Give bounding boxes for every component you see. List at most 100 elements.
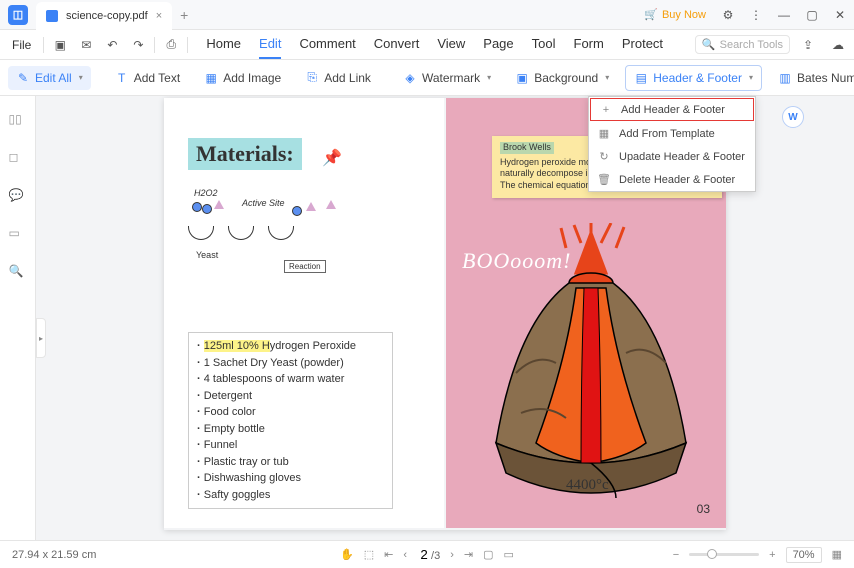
zoom-slider[interactable] [689, 553, 759, 556]
list-item: Dishwashing gloves [197, 470, 384, 487]
zoom-thumb[interactable] [707, 549, 717, 559]
redo-icon[interactable]: ↷ [126, 33, 150, 57]
yeast-cup [188, 226, 214, 240]
add-text-button[interactable]: T Add Text [107, 66, 188, 90]
header-footer-dropdown: + Add Header & Footer ▦ Add From Templat… [588, 96, 756, 192]
background-label: Background [534, 71, 598, 85]
tab-home[interactable]: Home [206, 30, 241, 59]
tab-convert[interactable]: Convert [374, 30, 420, 59]
header-footer-label: Header & Footer [653, 71, 742, 85]
left-sidebar: ▯▯ ◻ 💬 ▭ 🔍 [0, 96, 36, 540]
label-h2o2: H2O2 [194, 188, 218, 198]
add-header-footer-item[interactable]: + Add Header & Footer [590, 98, 754, 121]
document-tab[interactable]: science-copy.pdf × [36, 2, 172, 30]
view-mode-icon[interactable]: ▦ [832, 548, 842, 561]
add-image-button[interactable]: ▦ Add Image [196, 66, 289, 90]
label-yeast: Yeast [196, 250, 218, 260]
dot [192, 202, 202, 212]
close-tab-icon[interactable]: × [156, 10, 162, 22]
note-author: Brook Wells [500, 142, 554, 154]
add-text-label: Add Text [134, 71, 180, 85]
search-panel-icon[interactable]: 🔍 [9, 264, 27, 282]
app-icon: ◫ [8, 5, 28, 25]
volcano-illustration [466, 223, 716, 503]
background-button[interactable]: ▣ Background ▾ [507, 66, 617, 90]
tab-comment[interactable]: Comment [299, 30, 355, 59]
watermark-button[interactable]: ◈ Watermark ▾ [395, 66, 499, 90]
tab-page[interactable]: Page [483, 30, 513, 59]
last-page-icon[interactable]: ⇥ [464, 548, 473, 561]
mail-icon[interactable]: ✉ [74, 33, 98, 57]
tab-edit[interactable]: Edit [259, 30, 281, 59]
comment-panel-icon[interactable]: 💬 [9, 188, 27, 206]
list-item: 4 tablespoons of warm water [197, 371, 384, 388]
bates-number-button[interactable]: ▥ Bates Number ▾ [770, 66, 854, 90]
molecule-diagram: H2O2 Active Site Yeast Reaction [188, 188, 358, 283]
next-page-icon[interactable]: › [450, 549, 454, 561]
select-tool-icon[interactable]: ⬚ [364, 548, 374, 561]
materials-list: 125ml 10% Hydrogen Peroxide 1 Sachet Dry… [188, 332, 393, 509]
list-item: Safty goggles [197, 487, 384, 504]
trash-icon: 🗑 [597, 173, 611, 187]
list-item: Food color [197, 404, 384, 421]
zoom-out-icon[interactable]: − [673, 549, 679, 561]
list-text: ydrogen Peroxide [270, 340, 356, 352]
menu-button[interactable]: ⋮ [742, 0, 770, 30]
new-tab-button[interactable]: + [180, 7, 188, 23]
menu-item-label: Upadate Header & Footer [619, 151, 745, 163]
page-input[interactable] [417, 547, 431, 562]
add-link-button[interactable]: ⎘ Add Link [297, 66, 379, 90]
edit-all-label: Edit All [35, 71, 72, 85]
tab-title: science-copy.pdf [66, 10, 148, 22]
cloud-icon[interactable]: ☁ [826, 33, 850, 57]
bookmark-icon[interactable]: ◻ [9, 150, 27, 168]
hand-tool-icon[interactable]: ✋ [340, 548, 354, 561]
close-window-button[interactable]: ✕ [826, 0, 854, 30]
save-icon[interactable]: ▣ [48, 33, 72, 57]
tab-favicon [46, 10, 58, 22]
watermark-icon: ◈ [403, 71, 417, 85]
dot [202, 204, 212, 214]
tab-tool[interactable]: Tool [532, 30, 556, 59]
thumbnails-icon[interactable]: ▯▯ [9, 112, 27, 130]
update-header-footer-item[interactable]: ↻ Upadate Header & Footer [589, 145, 755, 168]
tab-protect[interactable]: Protect [622, 30, 663, 59]
add-link-label: Add Link [324, 71, 371, 85]
add-from-template-item[interactable]: ▦ Add From Template [589, 122, 755, 145]
page-number: 03 [697, 502, 710, 516]
search-icon: 🔍 [702, 38, 716, 51]
file-menu[interactable]: File [4, 38, 39, 52]
buy-now-link[interactable]: 🛒 Buy Now [644, 8, 706, 21]
settings-button[interactable]: ⚙ [714, 0, 742, 30]
menu-item-label: Add Header & Footer [621, 104, 725, 116]
link-icon: ⎘ [305, 71, 319, 85]
header-footer-icon: ▤ [634, 71, 648, 85]
background-icon: ▣ [515, 71, 529, 85]
tab-view[interactable]: View [437, 30, 465, 59]
tab-form[interactable]: Form [574, 30, 604, 59]
minimize-button[interactable]: — [770, 0, 798, 30]
watermark-label: Watermark [422, 71, 480, 85]
yeast-cup [228, 226, 254, 240]
zoom-value[interactable]: 70% [786, 547, 822, 563]
maximize-button[interactable]: ▢ [798, 0, 826, 30]
attachment-icon[interactable]: ▭ [9, 226, 27, 244]
header-footer-button[interactable]: ▤ Header & Footer ▾ [625, 65, 762, 91]
word-export-badge[interactable]: W [782, 106, 804, 128]
fit-width-icon[interactable]: ▭ [504, 548, 514, 561]
delete-header-footer-item[interactable]: 🗑 Delete Header & Footer [589, 168, 755, 191]
fit-page-icon[interactable]: ▢ [483, 548, 493, 561]
search-tools-input[interactable]: 🔍 Search Tools [695, 35, 790, 54]
share-icon[interactable]: ⇪ [796, 33, 820, 57]
pin-icon: 📌 [322, 148, 342, 168]
first-page-icon[interactable]: ⇤ [384, 548, 393, 561]
undo-icon[interactable]: ↶ [100, 33, 124, 57]
prev-page-icon[interactable]: ‹ [403, 549, 407, 561]
zoom-in-icon[interactable]: + [769, 549, 775, 561]
edit-all-button[interactable]: ✎ Edit All ▾ [8, 66, 91, 90]
print-icon[interactable]: ⎙ [159, 33, 183, 57]
status-dimensions: 27.94 x 21.59 cm [12, 549, 96, 561]
menu-item-label: Add From Template [619, 128, 715, 140]
page-indicator[interactable]: /3 [417, 547, 440, 562]
temperature-label: 4400°c [566, 477, 609, 494]
